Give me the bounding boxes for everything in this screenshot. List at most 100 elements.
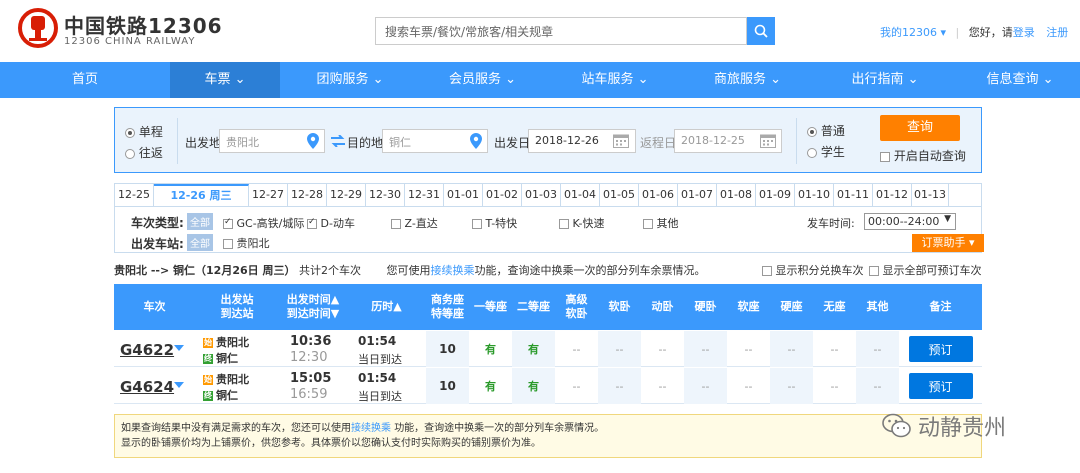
result-summary: 贵阳北 --> 铜仁（12月26日 周三） 共计2个车次 您可使用接续换乘功能，… xyxy=(114,262,994,278)
date-tab[interactable]: 01-03 xyxy=(522,184,561,206)
auto-query-option[interactable]: 开启自动查询 xyxy=(880,147,966,164)
date-tab[interactable]: 12-28 xyxy=(288,184,327,206)
tip-transfer-link[interactable]: 接续换乘 xyxy=(351,423,391,434)
station-checkbox[interactable] xyxy=(223,239,233,249)
depart-station-label: 出发车站: xyxy=(131,237,184,251)
all-types-button[interactable]: 全部 xyxy=(187,213,213,230)
bookable-option[interactable]: 显示全部可预订车次 xyxy=(869,262,982,278)
date-tab[interactable]: 01-01 xyxy=(444,184,483,206)
booking-helper-button[interactable]: 订票助手 ▾ xyxy=(912,234,984,252)
date-tab[interactable]: 01-08 xyxy=(717,184,756,206)
date-tab[interactable]: 01-02 xyxy=(483,184,522,206)
to-label: 目的地 xyxy=(347,136,384,150)
bookable-checkbox[interactable] xyxy=(869,266,879,276)
depart-time-select[interactable]: 00:00--24:00 ▼ xyxy=(864,213,956,230)
train-type-checkbox[interactable] xyxy=(472,219,482,229)
date-tab[interactable]: 01-04 xyxy=(561,184,600,206)
points-checkbox[interactable] xyxy=(762,266,772,276)
date-tab[interactable]: 12-26 周三 xyxy=(154,184,249,206)
train-type-option[interactable]: K-快速 xyxy=(559,215,605,231)
location-pin-icon[interactable] xyxy=(470,133,482,149)
calendar-icon[interactable] xyxy=(613,133,629,148)
caret-down-icon[interactable] xyxy=(174,345,184,351)
book-button[interactable]: 预订 xyxy=(908,336,973,362)
normal-ticket-option[interactable]: 普通 xyxy=(807,122,845,139)
depart-time: 15:05 xyxy=(290,371,332,386)
login-link[interactable]: 登录 xyxy=(1013,26,1035,39)
train-type-option[interactable]: T-特快 xyxy=(472,215,517,231)
date-tab[interactable]: 01-11 xyxy=(834,184,873,206)
nav-item-6[interactable]: 出行指南 ⌄ xyxy=(810,62,960,98)
date-tab[interactable]: 01-13 xyxy=(912,184,949,206)
site-search-input[interactable]: 搜索车票/餐饮/常旅客/相关规章 xyxy=(375,17,747,45)
nav-item-4[interactable]: 站车服务 ⌄ xyxy=(545,62,685,98)
search-button[interactable] xyxy=(747,17,775,45)
nav-item-2[interactable]: 团购服务 ⌄ xyxy=(280,62,420,98)
date-tab[interactable]: 12-30 xyxy=(366,184,405,206)
location-pin-icon[interactable] xyxy=(307,133,319,149)
date-tab[interactable]: 01-09 xyxy=(756,184,795,206)
date-tab[interactable]: 12-27 xyxy=(249,184,288,206)
seat-availability: -- xyxy=(658,342,667,356)
nav-item-1[interactable]: 车票 ⌄ xyxy=(170,62,280,98)
train-number-link[interactable]: G4622 xyxy=(120,341,174,359)
to-station-name: 铜仁 xyxy=(216,389,238,402)
round-trip-option[interactable]: 往返 xyxy=(125,144,163,161)
date-tab[interactable]: 12-25 xyxy=(115,184,154,206)
station-filter-option[interactable]: 贵阳北 xyxy=(223,235,270,251)
transfer-link[interactable]: 接续换乘 xyxy=(430,264,474,277)
date-tab[interactable]: 01-06 xyxy=(639,184,678,206)
date-tab[interactable]: 01-07 xyxy=(678,184,717,206)
second-class-availability[interactable]: 有 xyxy=(528,341,539,357)
student-ticket-option[interactable]: 学生 xyxy=(807,143,845,160)
seat-availability: -- xyxy=(744,342,753,356)
table-header: 车次 出发站 到达站 出发时间▲ 到达时间▼ 历时▲ 商务座 特等座 一等座 二等座 高级 软… xyxy=(114,284,982,330)
nav-item-0[interactable]: 首页 xyxy=(0,62,170,98)
one-way-option[interactable]: 单程 xyxy=(125,123,163,140)
train-type-option[interactable]: Z-直达 xyxy=(391,215,438,231)
radio-one-way[interactable] xyxy=(125,127,135,138)
points-option[interactable]: 显示积分兑换车次 xyxy=(762,262,864,278)
first-class-availability[interactable]: 有 xyxy=(485,378,496,394)
radio-normal[interactable] xyxy=(807,126,817,137)
seat-availability: -- xyxy=(701,342,710,356)
first-class-availability[interactable]: 有 xyxy=(485,341,496,357)
nav-item-3[interactable]: 会员服务 ⌄ xyxy=(420,62,545,98)
train-type-checkbox[interactable] xyxy=(307,217,317,229)
my12306-link[interactable]: 我的12306 xyxy=(880,26,937,39)
date-tab[interactable]: 12-31 xyxy=(405,184,444,206)
train-type-checkbox[interactable] xyxy=(559,219,569,229)
train-type-option[interactable]: 其他 xyxy=(643,215,679,231)
nav-item-5[interactable]: 商旅服务 ⌄ xyxy=(685,62,810,98)
date-tab[interactable]: 12-29 xyxy=(327,184,366,206)
train-number-link[interactable]: G4624 xyxy=(120,378,174,396)
from-station-name: 贵阳北 xyxy=(216,336,249,349)
register-link[interactable]: 注册 xyxy=(1046,26,1068,39)
route-title: 贵阳北 --> 铜仁（12月26日 周三） xyxy=(114,264,296,277)
swap-icon[interactable] xyxy=(331,135,345,147)
column-header[interactable]: 出发站 到达站 xyxy=(195,284,279,330)
train-type-checkbox[interactable] xyxy=(391,219,401,229)
nav-item-7[interactable]: 信息查询 ⌄ xyxy=(960,62,1080,98)
train-type-option[interactable]: GC-高铁/城际 xyxy=(223,215,304,231)
train-type-checkbox[interactable] xyxy=(643,219,653,229)
train-type-checkbox[interactable] xyxy=(223,217,233,229)
all-stations-button[interactable]: 全部 xyxy=(187,234,213,251)
second-class-availability[interactable]: 有 xyxy=(528,378,539,394)
auto-query-checkbox[interactable] xyxy=(880,151,890,162)
caret-down-icon[interactable] xyxy=(174,382,184,388)
column-header[interactable]: 出发时间▲ 到达时间▼ xyxy=(279,284,347,330)
train-type-option[interactable]: D-动车 xyxy=(307,215,355,231)
date-tab[interactable]: 01-10 xyxy=(795,184,834,206)
book-button[interactable]: 预订 xyxy=(908,373,973,399)
railway-logo-icon[interactable] xyxy=(18,8,58,48)
train-type-label: Z-直达 xyxy=(404,217,438,230)
calendar-icon[interactable] xyxy=(760,133,776,148)
date-tab[interactable]: 01-12 xyxy=(873,184,912,206)
train-count: 共计2个车次 xyxy=(298,264,361,277)
radio-student[interactable] xyxy=(807,147,817,158)
radio-round-trip[interactable] xyxy=(125,148,135,159)
query-button[interactable]: 查询 xyxy=(880,115,960,141)
column-header[interactable]: 历时▲ xyxy=(347,284,426,330)
date-tab[interactable]: 01-05 xyxy=(600,184,639,206)
